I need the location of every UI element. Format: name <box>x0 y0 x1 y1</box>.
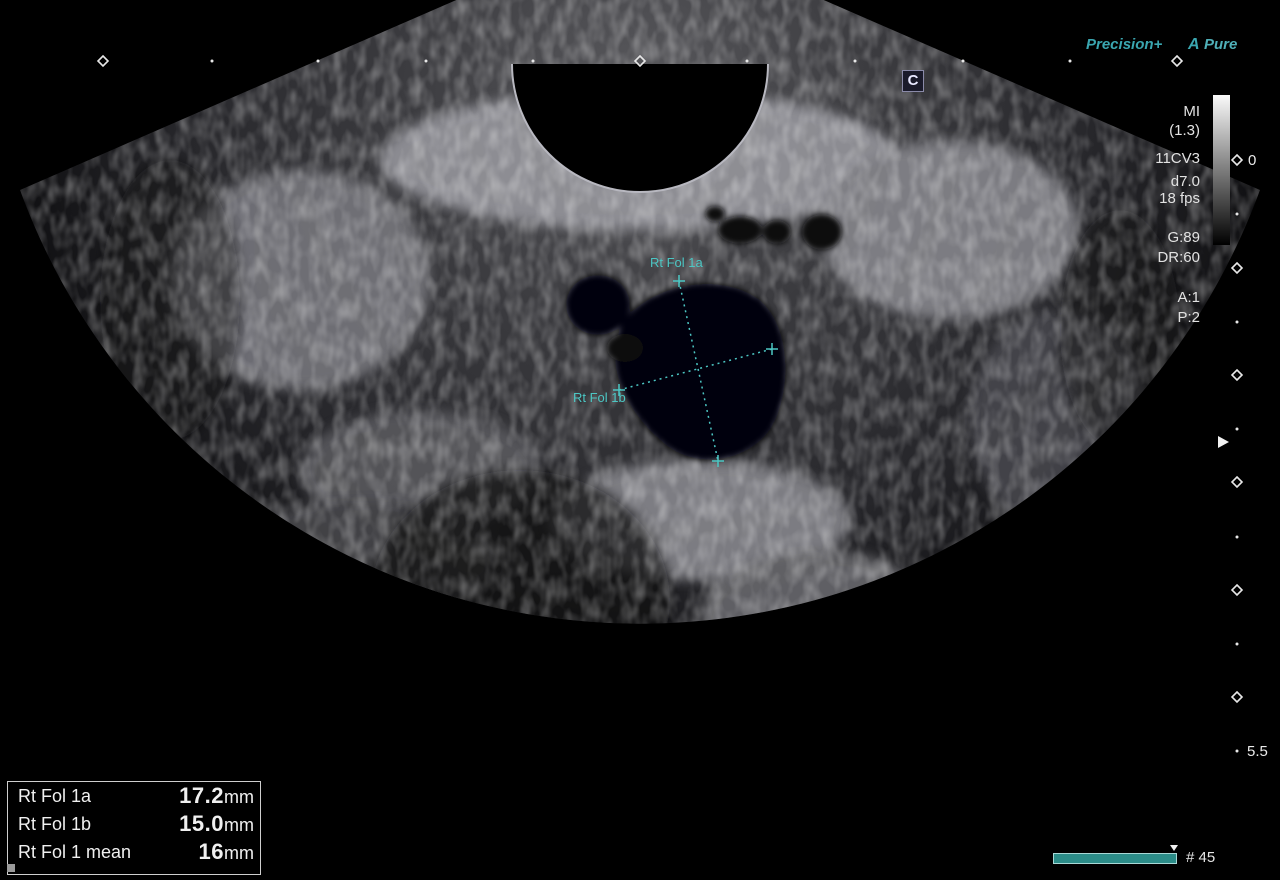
caliper-label-b: Rt Fol 1b <box>573 390 626 405</box>
frame-rate: 18 fps <box>1159 190 1200 207</box>
grayscale-bar <box>1213 95 1230 245</box>
param-a: A:1 <box>1177 289 1200 306</box>
measurement-row: Rt Fol 1 mean 16mm <box>18 839 254 865</box>
measurement-value: 17.2 <box>179 783 224 808</box>
measurement-value: 16 <box>198 839 224 864</box>
measurement-unit: mm <box>224 815 254 835</box>
focus-marker-icon[interactable] <box>1218 436 1229 448</box>
brand-pure: Pure <box>1204 36 1238 53</box>
cine-marker-icon[interactable] <box>1170 845 1178 851</box>
corner-marker <box>7 864 15 872</box>
compound-badge: C <box>902 70 924 92</box>
mi-label: MI <box>1183 103 1200 120</box>
frame-number: # 45 <box>1186 849 1216 866</box>
brand-pure-a: A <box>1188 36 1200 53</box>
measurement-label: Rt Fol 1a <box>18 786 92 806</box>
ultrasound-image <box>20 0 1260 753</box>
probe-name: 11CV3 <box>1155 150 1200 167</box>
depth-top-label: 0 <box>1248 152 1257 169</box>
measurement-row: Rt Fol 1a 17.2mm <box>18 783 254 809</box>
measurement-row: Rt Fol 1b 15.0mm <box>18 811 254 837</box>
dynamic-range: DR:60 <box>1157 249 1200 266</box>
cine-scrollbar[interactable] <box>1053 853 1177 864</box>
measurement-unit: mm <box>224 787 254 807</box>
measurement-label: Rt Fol 1 mean <box>18 842 132 862</box>
param-p: P:2 <box>1177 309 1200 326</box>
measurement-panel: Rt Fol 1a 17.2mm Rt Fol 1b 15.0mm Rt Fol… <box>7 781 261 875</box>
caliper-label-a: Rt Fol 1a <box>650 255 703 270</box>
measurement-unit: mm <box>224 843 254 863</box>
measurement-value: 15.0 <box>179 811 224 836</box>
brand-precision: Precision+ <box>1086 36 1163 53</box>
measurement-label: Rt Fol 1b <box>18 814 92 834</box>
gain-value: G:89 <box>1167 229 1200 246</box>
depth-bottom-label: 5.5 <box>1247 743 1268 760</box>
mi-value: (1.3) <box>1169 122 1200 139</box>
